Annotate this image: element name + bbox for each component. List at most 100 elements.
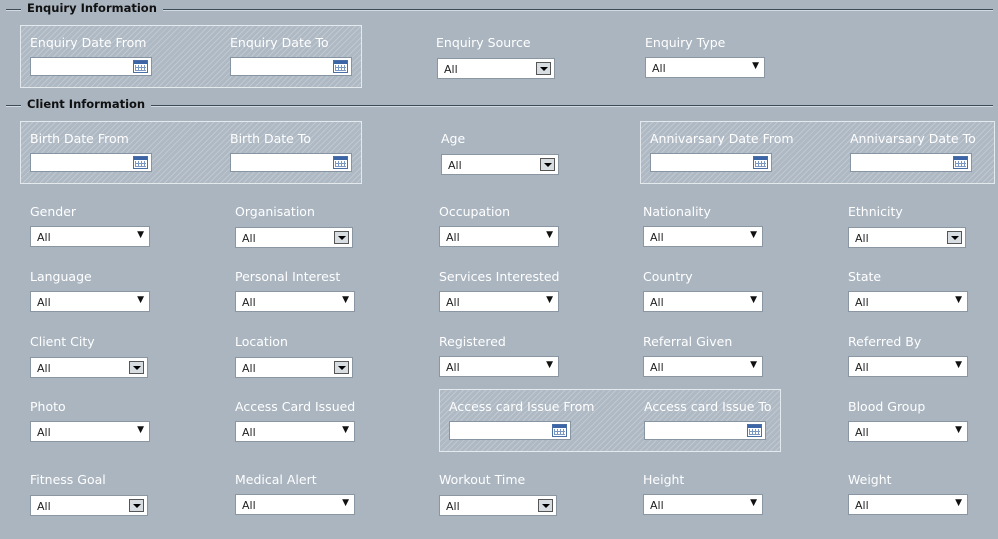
calendar-icon[interactable]	[333, 156, 348, 169]
enquiry-date-to-label: Enquiry Date To	[230, 35, 329, 50]
birth-date-to-field[interactable]	[230, 153, 352, 172]
personal-interest-select[interactable]: All ▼	[235, 291, 355, 312]
services-interested-label: Services Interested	[439, 269, 560, 284]
birth-date-from-input[interactable]	[33, 155, 129, 170]
referred-by-select[interactable]: All ▼	[848, 356, 968, 377]
calendar-icon[interactable]	[953, 156, 968, 169]
language-value: All	[37, 296, 51, 309]
age-value: All	[448, 159, 462, 172]
enquiry-date-from-input[interactable]	[33, 59, 129, 74]
calendar-icon[interactable]	[552, 424, 567, 437]
medical-alert-value: All	[242, 499, 256, 512]
dropdown-button-icon[interactable]	[129, 361, 144, 374]
chevron-down-icon: ▼	[342, 425, 349, 435]
location-label: Location	[235, 334, 288, 349]
calendar-icon[interactable]	[753, 156, 768, 169]
dropdown-button-icon[interactable]	[334, 361, 349, 374]
access-card-issue-from-field[interactable]	[449, 421, 571, 440]
chevron-down-icon: ▼	[342, 498, 349, 508]
fitness-goal-select[interactable]: All	[30, 495, 148, 516]
client-city-select[interactable]: All	[30, 357, 148, 378]
access-card-issue-to-field[interactable]	[644, 421, 766, 440]
chevron-down-icon: ▼	[750, 295, 757, 305]
referral-given-select[interactable]: All ▼	[643, 356, 763, 377]
chevron-down-icon: ▼	[546, 230, 553, 240]
ethnicity-select[interactable]: All	[848, 227, 966, 248]
enquiry-date-from-field[interactable]	[30, 57, 152, 76]
anniversary-date-to-input[interactable]	[853, 155, 949, 170]
calendar-icon[interactable]	[133, 60, 148, 73]
dropdown-button-icon[interactable]	[538, 499, 553, 512]
chevron-down-icon: ▼	[750, 230, 757, 240]
enquiry-date-to-input[interactable]	[233, 59, 329, 74]
country-select[interactable]: All ▼	[643, 291, 763, 312]
anniversary-date-to-field[interactable]	[850, 153, 972, 172]
client-section-title: Client Information	[21, 97, 152, 111]
dropdown-button-icon[interactable]	[536, 62, 551, 75]
weight-label: Weight	[848, 472, 892, 487]
dropdown-button-icon[interactable]	[129, 499, 144, 512]
ethnicity-label: Ethnicity	[848, 204, 903, 219]
birth-date-from-field[interactable]	[30, 153, 152, 172]
birth-date-from-label: Birth Date From	[30, 131, 129, 146]
medical-alert-label: Medical Alert	[235, 472, 317, 487]
height-select[interactable]: All ▼	[643, 494, 763, 515]
occupation-select[interactable]: All ▼	[439, 226, 559, 247]
age-label: Age	[441, 131, 466, 146]
client-city-label: Client City	[30, 334, 95, 349]
client-section-header: Client Information	[0, 96, 993, 116]
height-value: All	[650, 499, 664, 512]
chevron-down-icon: ▼	[342, 295, 349, 305]
calendar-icon[interactable]	[133, 156, 148, 169]
enquiry-source-select[interactable]: All	[437, 58, 555, 79]
workout-time-select[interactable]: All	[439, 495, 557, 516]
referred-by-value: All	[855, 361, 869, 374]
dropdown-button-icon[interactable]	[540, 158, 555, 171]
blood-group-select[interactable]: All ▼	[848, 421, 968, 442]
registered-value: All	[446, 361, 460, 374]
registered-select[interactable]: All ▼	[439, 356, 559, 377]
calendar-icon[interactable]	[333, 60, 348, 73]
weight-select[interactable]: All ▼	[848, 494, 968, 515]
enquiry-type-select[interactable]: All ▼	[645, 57, 765, 78]
dropdown-button-icon[interactable]	[334, 231, 349, 244]
location-select[interactable]: All	[235, 357, 353, 378]
services-interested-select[interactable]: All ▼	[439, 291, 559, 312]
photo-select[interactable]: All ▼	[30, 421, 150, 442]
nationality-select[interactable]: All ▼	[643, 226, 763, 247]
anniversary-date-from-label: Annivarsary Date From	[650, 131, 794, 146]
country-value: All	[650, 296, 664, 309]
chevron-down-icon: ▼	[750, 360, 757, 370]
photo-value: All	[37, 426, 51, 439]
weight-value: All	[855, 499, 869, 512]
referred-by-label: Referred By	[848, 334, 922, 349]
access-card-issued-select[interactable]: All ▼	[235, 421, 355, 442]
access-card-issue-to-label: Access card Issue To	[644, 399, 772, 414]
client-city-value: All	[37, 362, 51, 375]
age-select[interactable]: All	[441, 154, 559, 175]
workout-time-label: Workout Time	[439, 472, 526, 487]
dropdown-button-icon[interactable]	[947, 231, 962, 244]
occupation-label: Occupation	[439, 204, 511, 219]
medical-alert-select[interactable]: All ▼	[235, 494, 355, 515]
state-select[interactable]: All ▼	[848, 291, 968, 312]
birth-date-to-input[interactable]	[233, 155, 329, 170]
access-card-issue-to-input[interactable]	[647, 423, 743, 438]
state-label: State	[848, 269, 882, 284]
enquiry-type-value: All	[652, 62, 666, 75]
enquiry-date-to-field[interactable]	[230, 57, 352, 76]
language-select[interactable]: All ▼	[30, 291, 150, 312]
height-label: Height	[643, 472, 685, 487]
anniversary-date-from-field[interactable]	[650, 153, 772, 172]
photo-label: Photo	[30, 399, 66, 414]
blood-group-label: Blood Group	[848, 399, 926, 414]
calendar-icon[interactable]	[747, 424, 762, 437]
enquiry-section-header: Enquiry Information	[0, 0, 993, 20]
organisation-select[interactable]: All	[235, 227, 353, 248]
enquiry-section-title: Enquiry Information	[21, 1, 163, 15]
fitness-goal-value: All	[37, 500, 51, 513]
anniversary-date-from-input[interactable]	[653, 155, 749, 170]
blood-group-value: All	[855, 426, 869, 439]
gender-select[interactable]: All ▼	[30, 226, 150, 247]
access-card-issue-from-input[interactable]	[452, 423, 548, 438]
